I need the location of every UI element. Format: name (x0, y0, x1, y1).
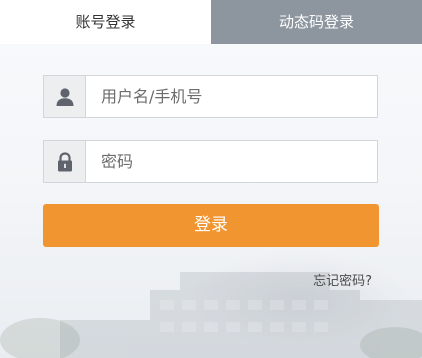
username-input[interactable] (86, 76, 377, 117)
tab-account-login[interactable]: 账号登录 (0, 0, 211, 44)
forgot-password-link[interactable]: 忘记密码? (313, 270, 372, 289)
lock-icon (44, 141, 86, 182)
tab-dynamic-code-login[interactable]: 动态码登录 (211, 0, 422, 44)
password-input[interactable] (86, 141, 377, 182)
password-field (43, 140, 378, 183)
user-icon (44, 76, 86, 117)
login-button[interactable]: 登录 (43, 204, 379, 247)
login-panel: 账号登录 动态码登录 登录 忘记密码? (0, 0, 422, 358)
login-tabs: 账号登录 动态码登录 (0, 0, 422, 44)
username-field (43, 75, 378, 118)
